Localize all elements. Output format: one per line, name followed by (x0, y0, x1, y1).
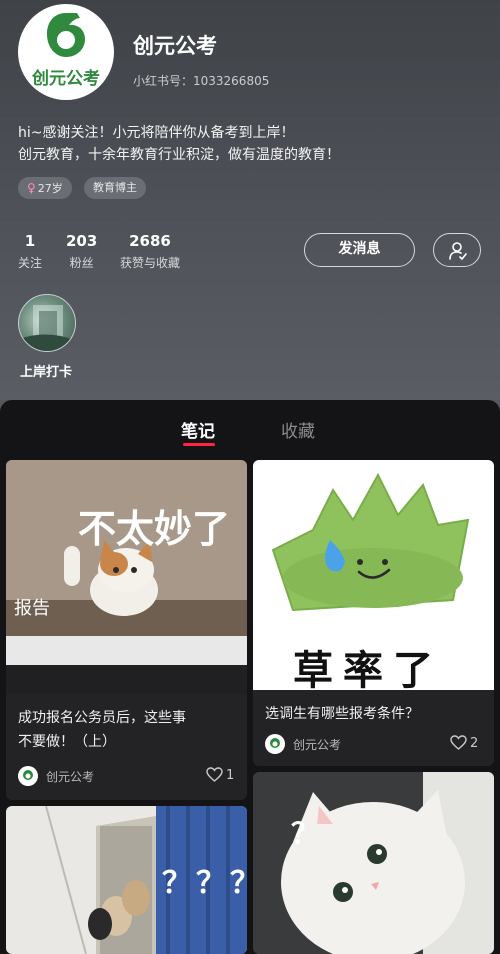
age-tag: ♀ 27岁 (18, 177, 72, 199)
stat-followers[interactable]: 203 粉丝 (66, 232, 97, 271)
note-title: 成功报名公务员后，这些事 不要做！（上） (18, 706, 186, 754)
author-name[interactable]: 创元公考 (46, 768, 94, 785)
note-title-line: 不要做！（上） (18, 734, 116, 750)
job-tag: 教育博主 (84, 177, 146, 199)
meme-text: ？ (291, 817, 320, 850)
collection-cover[interactable] (18, 294, 76, 352)
heart-icon (450, 735, 467, 750)
note-image-cat-window (6, 460, 247, 694)
user-check-icon (449, 242, 467, 260)
bio-line: 创元教育，十余年教育行业积淀，做有温度的教育！ (18, 147, 340, 163)
author-avatar[interactable] (265, 734, 285, 754)
logo-icon (23, 770, 33, 780)
note-card[interactable]: 不太妙了 报告 成功报名公务员后，这些事 不要做！（上） 创元公考 1 (6, 460, 247, 800)
stat-num: 2686 (129, 232, 171, 250)
note-card[interactable]: 草率了 选调生有哪些报考条件？ 创元公考 2 (253, 460, 494, 766)
collection-label: 上岸打卡 (20, 365, 73, 380)
like-count-value: 2 (470, 736, 479, 751)
logo-icon (270, 738, 280, 748)
profile-avatar[interactable]: 创元公考 (18, 4, 114, 100)
stat-num: 1 (24, 232, 36, 250)
note-title-line: 成功报名公务员后，这些事 (18, 710, 186, 726)
profile-bio: hi~感谢关注！小元将陪伴你从备考到上岸！ 创元教育，十余年教育行业积淀，做有温… (18, 122, 340, 166)
logo-text: 创元公考 (32, 69, 100, 89)
message-button[interactable]: 发消息 (304, 233, 415, 267)
profile-name: 创元公考 (133, 34, 217, 58)
female-icon: ♀ (27, 181, 36, 195)
stat-label: 粉丝 (69, 256, 94, 270)
author-avatar[interactable] (18, 766, 38, 786)
stat-num: 203 (66, 232, 98, 250)
like-count-value: 1 (226, 768, 235, 783)
logo-icon (47, 13, 85, 57)
stat-label: 关注 (18, 256, 43, 270)
note-card[interactable]: ？ (253, 772, 494, 954)
like-count[interactable]: 1 (206, 767, 234, 783)
tab-active-indicator (183, 443, 215, 446)
profile-id: 小红书号：1033266805 (133, 74, 270, 88)
meme-text: 草率了 (293, 648, 443, 694)
stat-label: 获赞与收藏 (120, 256, 181, 270)
tab-notes[interactable]: 笔记 (181, 417, 215, 442)
author-name[interactable]: 创元公考 (293, 736, 341, 753)
meme-overlay-text: 报告 (14, 598, 50, 619)
like-count[interactable]: 2 (450, 735, 478, 751)
note-title-line: 选调生有哪些报考条件？ (265, 706, 419, 722)
note-image-white-cat (253, 772, 494, 954)
collection-image (19, 305, 75, 351)
follow-button[interactable] (433, 233, 481, 267)
age-tag-label: 27岁 (37, 182, 63, 195)
stat-likes-collections[interactable]: 2686 获赞与收藏 (120, 232, 180, 271)
bio-line: hi~感谢关注！小元将陪伴你从备考到上岸！ (18, 125, 295, 141)
meme-text: 不太妙了 (78, 507, 231, 551)
stat-following[interactable]: 1 关注 (18, 232, 42, 271)
meme-text: ？？？ (162, 866, 247, 901)
note-card[interactable]: ？？？ (6, 806, 247, 954)
heart-icon (206, 767, 223, 782)
note-title: 选调生有哪些报考条件？ (265, 702, 419, 726)
tab-favorites[interactable]: 收藏 (281, 417, 315, 442)
